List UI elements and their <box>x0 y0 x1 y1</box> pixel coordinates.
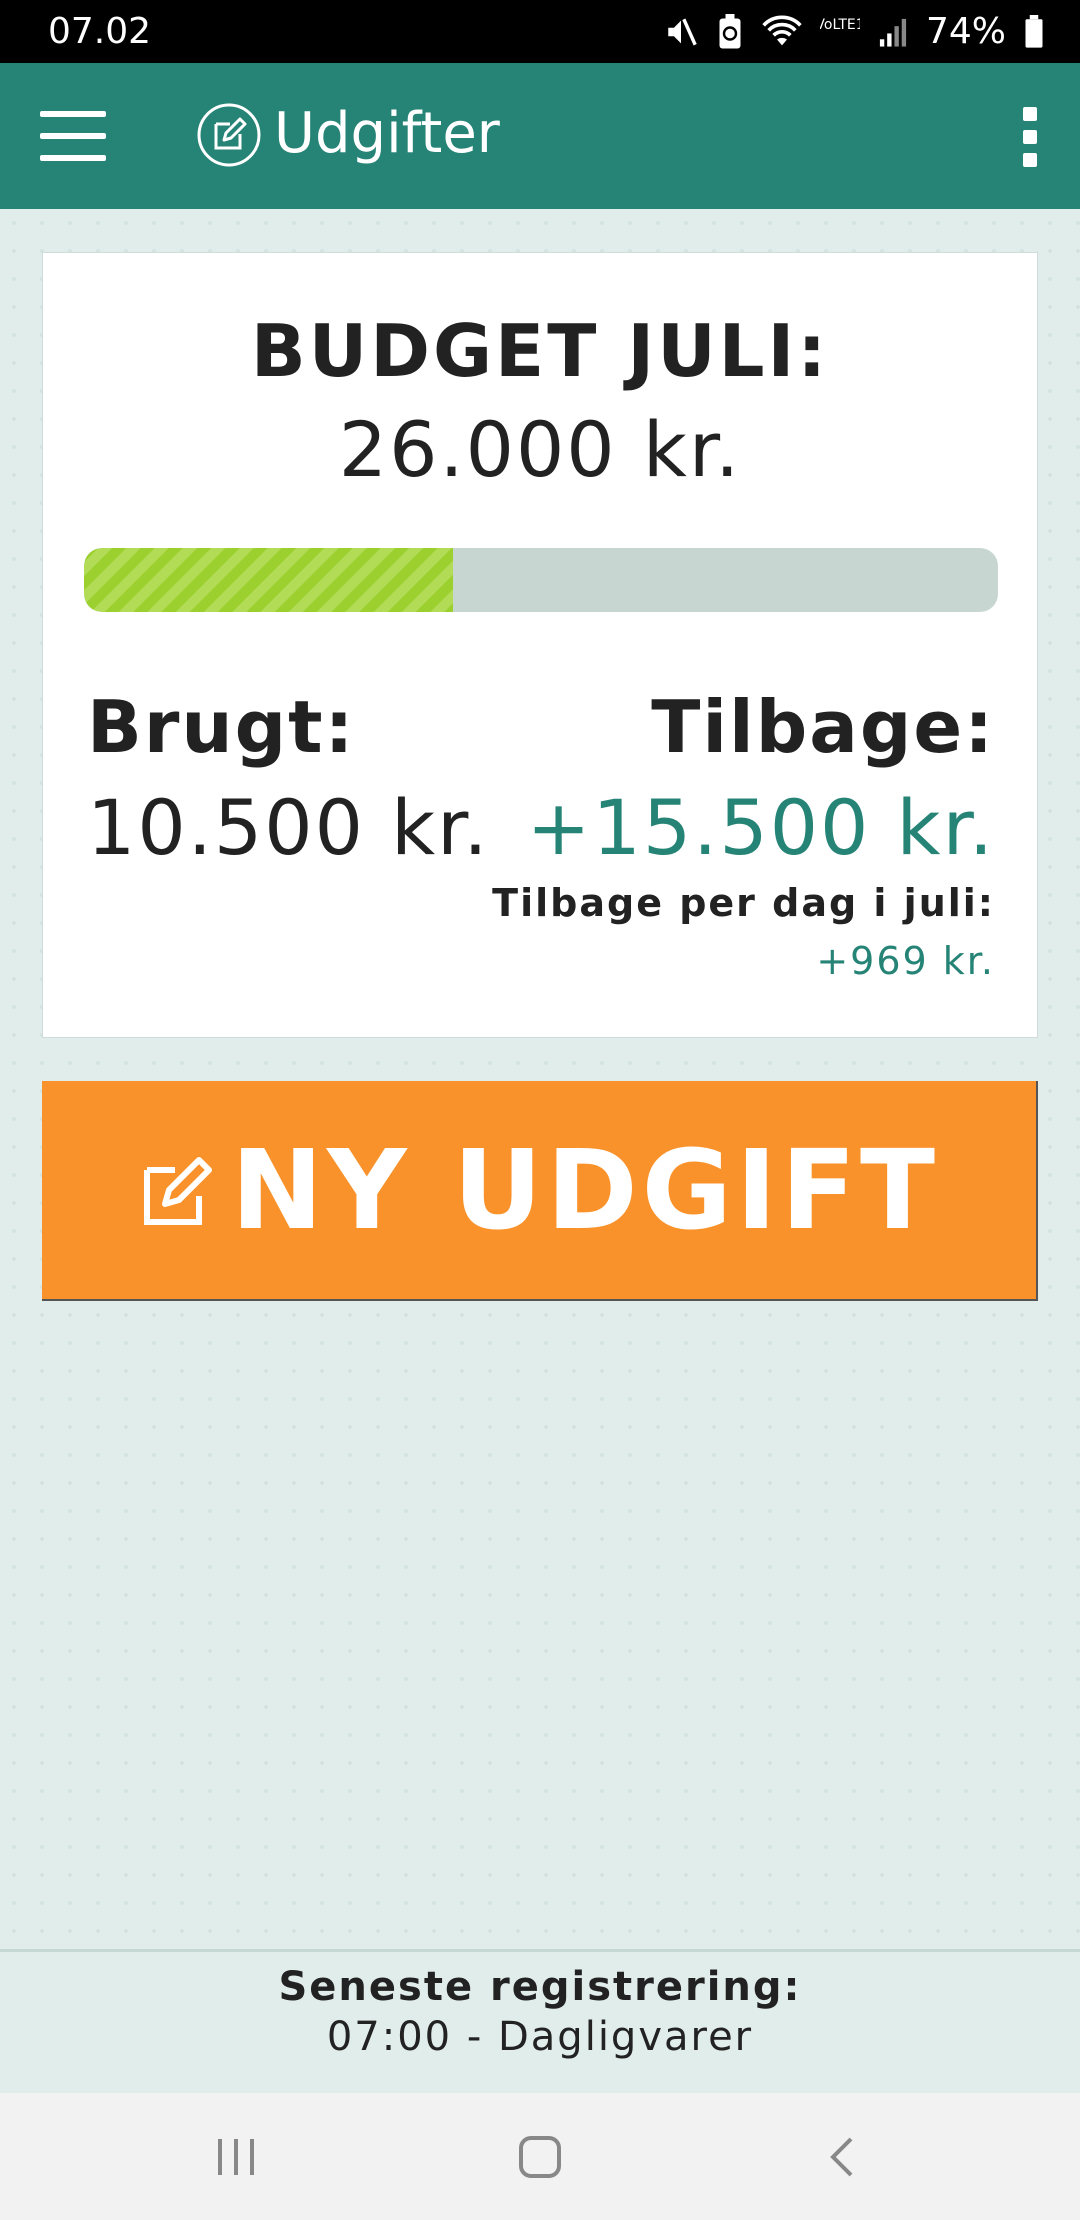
volte-icon: VoLTE1 <box>820 14 860 50</box>
remaining-label: Tilbage: <box>651 685 995 769</box>
budget-card: BUDGET JULI: 26.000 kr. Brugt: 10.500 kr… <box>42 252 1038 1038</box>
content-area: BUDGET JULI: 26.000 kr. Brugt: 10.500 kr… <box>0 209 1080 1949</box>
battery-percentage: 74% <box>925 11 1006 52</box>
remaining-value: +15.500 kr. <box>526 783 995 872</box>
status-icons: VoLTE1 74% <box>664 11 1044 52</box>
budget-title: BUDGET JULI: <box>250 309 830 393</box>
signal-icon <box>878 16 908 48</box>
remaining-per-day-value: +969 kr. <box>816 939 995 983</box>
status-bar: 07.02 VoLTE1 74% <box>0 0 1080 63</box>
budget-progress-bar <box>84 548 998 612</box>
new-expense-label: NY UDGIFT <box>230 1126 940 1254</box>
edit-logo-icon <box>196 102 262 168</box>
recent-apps-icon[interactable] <box>136 2093 336 2220</box>
edit-icon <box>139 1152 215 1228</box>
latest-registration-value: 07:00 - Dagligvarer <box>326 2014 754 2060</box>
recycle-battery-icon <box>716 13 744 50</box>
menu-icon[interactable] <box>40 111 106 161</box>
budget-amount: 26.000 kr. <box>338 405 742 494</box>
spent-value: 10.500 kr. <box>87 783 490 872</box>
spent-label: Brugt: <box>87 685 356 769</box>
remaining-per-day-label: Tilbage per dag i juli: <box>492 881 995 925</box>
app-title: Udgifter <box>274 101 500 166</box>
status-time: 07.02 <box>48 11 152 52</box>
svg-text:VoLTE1: VoLTE1 <box>820 17 860 33</box>
new-expense-button[interactable]: NY UDGIFT <box>42 1081 1038 1301</box>
mute-icon <box>664 15 698 49</box>
home-icon[interactable] <box>440 2093 640 2220</box>
app-bar: Udgifter <box>0 63 1080 209</box>
battery-icon <box>1024 14 1044 49</box>
system-nav-bar <box>0 2093 1080 2220</box>
latest-registration[interactable]: Seneste registrering: 07:00 - Dagligvare… <box>0 1949 1080 2093</box>
budget-progress-fill <box>84 548 454 612</box>
back-icon[interactable] <box>742 2093 942 2220</box>
overflow-menu-icon[interactable] <box>1016 107 1044 167</box>
latest-registration-label: Seneste registrering: <box>278 1964 802 2010</box>
wifi-icon <box>762 15 802 49</box>
